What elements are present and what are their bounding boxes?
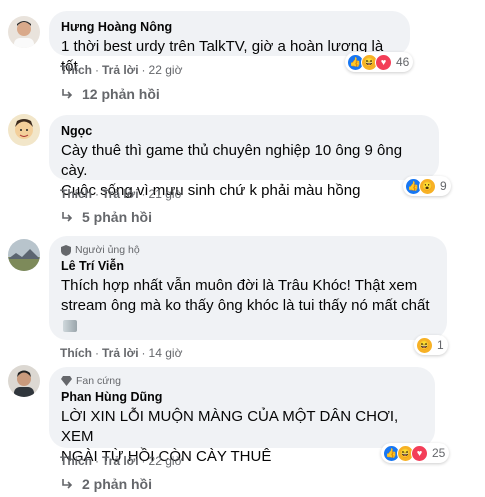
comment-author[interactable]: Hưng Hoàng Nông: [61, 19, 398, 35]
comment-time[interactable]: 21 giờ: [149, 187, 183, 201]
comment-text-line: Cày thuê thì game thủ chuyên nghiệp 10 ô…: [61, 142, 403, 179]
reply-link[interactable]: Trả lời: [102, 454, 139, 468]
comment-time[interactable]: 22 giờ: [149, 454, 183, 468]
view-replies-button[interactable]: 12 phản hồi: [60, 85, 160, 103]
like-link[interactable]: Thích: [60, 346, 92, 360]
reaction-count: 1: [437, 338, 444, 352]
comment-actions: Thích · Trả lời · 22 giờ: [60, 454, 183, 468]
replies-count: 2 phản hồi: [82, 476, 152, 492]
comment-actions: Thích · Trả lời · 22 giờ: [60, 63, 183, 77]
comment-bubble: Ngọc Cày thuê thì game thủ chuyên nghiệp…: [49, 115, 439, 199]
replies-count: 12 phản hồi: [82, 86, 160, 102]
badge-label: Fan cứng: [76, 375, 121, 387]
reply-arrow-icon: [62, 479, 73, 489]
comment-bubble: Người ủng hộ Lê Trí Viễn Thích hợp nhất …: [49, 236, 447, 340]
comment-bubble: Hưng Hoàng Nông 1 thời best urdy trên Ta…: [49, 11, 410, 75]
comment-bubble: Fan cứng Phan Hùng Dũng LỜI XIN LỖI MUỘN…: [49, 367, 435, 465]
comment-time[interactable]: 22 giờ: [149, 63, 183, 77]
reply-arrow-icon: [62, 89, 73, 99]
haha-icon: 😆: [416, 336, 433, 354]
reaction-summary[interactable]: 👍 😆 ♥ 46: [345, 52, 414, 72]
comment-author[interactable]: Lê Trí Viễn: [61, 258, 435, 274]
reaction-count: 9: [440, 179, 447, 193]
badge-label: Người ủng hộ: [75, 244, 140, 256]
reply-link[interactable]: Trả lời: [102, 187, 139, 201]
comment-actions: Thích · Trả lời · 21 giờ: [60, 187, 183, 201]
like-link[interactable]: Thích: [60, 187, 92, 201]
love-icon: ♥: [411, 444, 428, 462]
comment-text-line: Thích hợp nhất vẫn muôn đời là Trâu Khóc…: [61, 277, 418, 294]
reaction-count: 46: [396, 55, 410, 69]
comment-text-line: LỜI XIN LỖI MUỘN MÀNG CỦA MỘT DÂN CHƠI, …: [61, 408, 399, 445]
reply-arrow-icon: [62, 212, 73, 222]
like-link[interactable]: Thích: [60, 454, 92, 468]
reaction-summary[interactable]: 😆 1: [414, 335, 448, 355]
reaction-count: 25: [432, 446, 446, 460]
shield-icon: [61, 244, 71, 256]
comment-author[interactable]: Phan Hùng Dũng: [61, 389, 423, 405]
view-replies-button[interactable]: 2 phản hồi: [60, 475, 152, 493]
reaction-summary[interactable]: 👍 😮 9: [403, 176, 451, 196]
comment-text-block: Thích hợp nhất vẫn muôn đời là Trâu Khóc…: [61, 276, 435, 316]
comment-text-line: stream ông mà ko thấy ông khóc là tui th…: [61, 297, 430, 314]
avatar[interactable]: [8, 16, 40, 48]
wow-icon: 😮: [419, 177, 436, 195]
avatar[interactable]: [8, 114, 40, 146]
reply-link[interactable]: Trả lời: [102, 63, 139, 77]
fan-badge[interactable]: Fan cứng: [61, 374, 423, 388]
supporter-badge[interactable]: Người ủng hộ: [61, 243, 435, 257]
reply-link[interactable]: Trả lời: [102, 346, 139, 360]
comment-time[interactable]: 14 giờ: [149, 346, 183, 360]
reaction-summary[interactable]: 👍 😆 ♥ 25: [381, 443, 450, 463]
comment-author[interactable]: Ngọc: [61, 123, 427, 139]
view-replies-button[interactable]: 5 phản hồi: [60, 208, 152, 226]
sticker-thumbnail[interactable]: [63, 319, 77, 332]
avatar[interactable]: [8, 365, 40, 397]
love-icon: ♥: [375, 53, 392, 71]
diamond-icon: [61, 376, 72, 386]
comment-actions: Thích · Trả lời · 14 giờ: [60, 346, 183, 360]
replies-count: 5 phản hồi: [82, 209, 152, 225]
avatar[interactable]: [8, 239, 40, 271]
like-link[interactable]: Thích: [60, 63, 92, 77]
